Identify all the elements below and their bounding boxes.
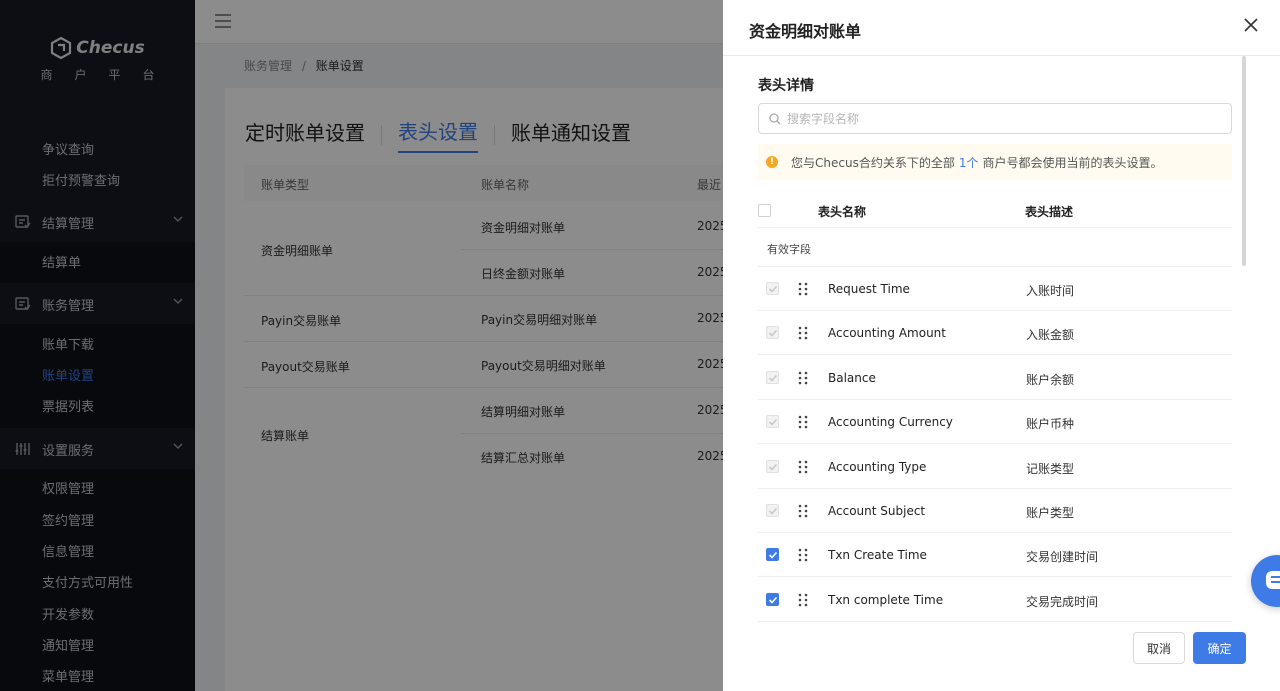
field-row[interactable]: Txn Create Time 交易创建时间 [758, 533, 1232, 578]
close-icon[interactable] [1244, 18, 1258, 32]
drag-handle-icon[interactable] [796, 415, 810, 429]
field-checkbox[interactable] [766, 592, 779, 606]
field-name: Accounting Currency [828, 415, 953, 430]
field-description: 交易完成时间 [1026, 594, 1099, 609]
field-name: Accounting Amount [828, 326, 946, 341]
field-checkbox [766, 415, 779, 429]
field-row[interactable]: Account Subject 账户类型 [758, 489, 1232, 533]
merchant-count-link[interactable]: 1个 [959, 154, 979, 171]
drag-handle-icon[interactable] [796, 460, 810, 474]
drag-handle-icon[interactable] [796, 504, 810, 518]
search-input[interactable] [787, 111, 1207, 126]
drag-handle-icon[interactable] [796, 326, 810, 340]
field-checkbox [766, 282, 779, 295]
field-name: Request Time [828, 282, 910, 296]
drawer-title: 资金明细对账单 [749, 22, 862, 41]
field-checkbox[interactable] [766, 548, 779, 562]
header-settings-drawer: 资金明细对账单 表头详情 ! 您与Checus合约关系下的全部 1个 商户号都会… [723, 0, 1280, 691]
field-row[interactable]: Txn complete Time 交易完成时间 [758, 578, 1232, 622]
field-checkbox [766, 504, 779, 517]
section-title: 表头详情 [758, 78, 814, 94]
chat-icon [1266, 571, 1280, 589]
drag-handle-icon[interactable] [796, 282, 810, 296]
field-search [758, 103, 1232, 134]
select-all-checkbox[interactable] [758, 204, 771, 217]
confirm-button[interactable]: 确定 [1193, 632, 1246, 664]
field-name: Balance [828, 370, 876, 385]
field-name: Accounting Type [828, 459, 927, 474]
drag-handle-icon[interactable] [796, 371, 810, 385]
field-row[interactable]: Request Time 入账时间 [758, 267, 1232, 311]
cancel-button[interactable]: 取消 [1133, 632, 1185, 664]
drag-handle-icon[interactable] [796, 548, 810, 562]
warning-icon: ! [766, 156, 778, 168]
field-description: 记账类型 [1026, 461, 1075, 476]
field-name: Txn Create Time [828, 548, 927, 563]
field-checkbox [766, 370, 779, 384]
column-header: 表头描述 [1025, 205, 1074, 219]
field-checkbox [766, 326, 779, 340]
field-group-label: 有效字段 [758, 229, 1232, 267]
field-table-header: 表头名称 表头描述 [758, 194, 1232, 228]
drawer-scrollbar[interactable] [1242, 56, 1246, 266]
field-description: 账户类型 [1026, 506, 1075, 520]
field-row[interactable]: Accounting Currency 账户币种 [758, 400, 1232, 445]
column-header: 表头名称 [818, 205, 867, 219]
field-checkbox [766, 459, 779, 473]
field-description: 入账金额 [1026, 328, 1075, 343]
field-row[interactable]: Balance 账户余额 [758, 356, 1232, 400]
field-row[interactable]: Accounting Type 记账类型 [758, 445, 1232, 489]
field-row[interactable]: Accounting Amount 入账金额 [758, 311, 1232, 356]
field-name: Account Subject [828, 504, 926, 518]
field-description: 入账时间 [1026, 284, 1075, 298]
field-description: 交易创建时间 [1026, 550, 1099, 565]
field-name: Txn complete Time [828, 592, 944, 607]
info-notice: ! 您与Checus合约关系下的全部 1个 商户号都会使用当前的表头设置。 [758, 144, 1232, 180]
drawer-divider [723, 55, 1280, 56]
field-description: 账户币种 [1026, 417, 1075, 432]
search-icon [769, 112, 781, 124]
drag-handle-icon[interactable] [796, 593, 810, 607]
field-description: 账户余额 [1026, 372, 1075, 387]
notice-text: 商户号都会使用当前的表头设置。 [982, 155, 1163, 170]
notice-text: 您与Checus合约关系下的全部 [791, 155, 955, 170]
